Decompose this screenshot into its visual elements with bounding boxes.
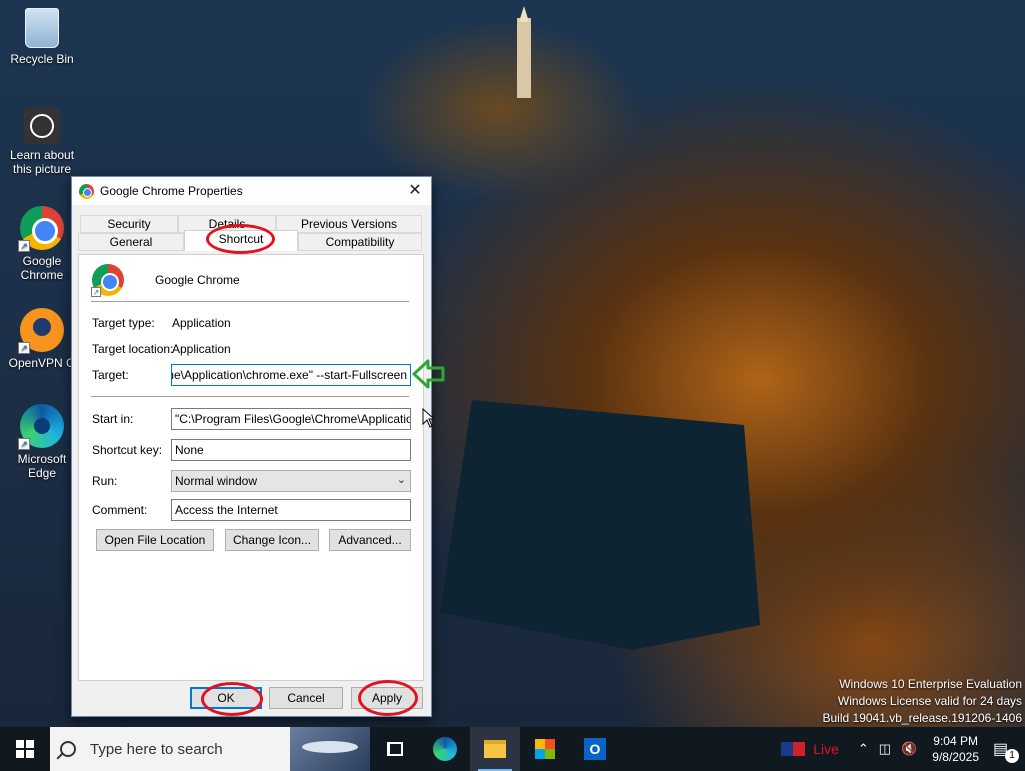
apply-button[interactable]: Apply (351, 687, 423, 709)
store-icon (535, 739, 555, 759)
run-label: Run: (92, 474, 118, 488)
desktop-icon-microsoft-edge[interactable]: ↗ Microsoft Edge (6, 404, 78, 480)
chevron-up-icon[interactable]: ⌃ (858, 741, 869, 757)
divider (91, 301, 409, 302)
desktop-icon-label: OpenVPN G (8, 356, 76, 370)
wallpaper-tower-spire (519, 6, 529, 22)
openvpn-icon: ↗ (18, 308, 64, 354)
shortcut-panel: ↗ Google Chrome Target type: Application… (78, 254, 424, 681)
clock-time: 9:04 PM (933, 734, 978, 748)
shortcut-key-label: Shortcut key: (92, 443, 163, 457)
shortcut-arrow-icon: ↗ (91, 287, 101, 297)
close-icon[interactable]: ✕ (399, 177, 431, 205)
dialog-titlebar[interactable]: Google Chrome Properties ✕ (72, 177, 431, 205)
cancel-button[interactable]: Cancel (269, 687, 343, 709)
start-in-label: Start in: (92, 412, 134, 426)
properties-dialog: Google Chrome Properties ✕ Security Deta… (71, 176, 432, 717)
run-select-value: Normal window (175, 474, 258, 488)
camera-icon (24, 108, 60, 144)
live-label[interactable]: Live (813, 741, 839, 757)
target-input-text: Chrome\Application\chrome.exe" --start-F… (172, 368, 407, 382)
tab-general[interactable]: General (78, 233, 184, 251)
chrome-icon (79, 183, 94, 199)
desktop-icon-learn-about-picture[interactable]: Learn about this picture (6, 108, 78, 176)
taskbar-search[interactable]: Type here to search (50, 727, 290, 771)
shortcut-key-input[interactable]: None (171, 439, 411, 461)
store-taskbar-button[interactable] (520, 727, 570, 771)
shortcut-arrow-icon: ↗ (18, 240, 30, 252)
target-location-label: Target location: (92, 342, 174, 356)
mlb-icon[interactable] (781, 742, 806, 756)
change-icon-button[interactable]: Change Icon... (225, 529, 319, 551)
dialog-title: Google Chrome Properties (100, 184, 243, 198)
clock-date: 9/8/2025 (932, 750, 979, 764)
target-location-value: Application (172, 342, 231, 356)
shortcut-arrow-icon: ↗ (18, 342, 30, 354)
task-view-button[interactable] (370, 727, 420, 771)
watermark-line: Build 19041.vb_release.191206-1406 (822, 711, 1023, 725)
ok-button[interactable]: OK (190, 687, 262, 709)
chrome-icon: ↗ (18, 206, 64, 252)
start-in-input[interactable]: "C:\Program Files\Google\Chrome\Applicat… (171, 408, 411, 430)
desktop-icon-label: Recycle Bin (10, 52, 74, 66)
target-type-label: Target type: (92, 316, 155, 330)
search-placeholder: Type here to search (90, 740, 223, 758)
tab-compatibility[interactable]: Compatibility (298, 233, 422, 251)
edge-taskbar-button[interactable] (420, 727, 470, 771)
edge-icon: ↗ (18, 404, 64, 450)
target-type-value: Application (172, 316, 231, 330)
target-label: Target: (92, 368, 129, 382)
app-name: Google Chrome (155, 273, 240, 287)
network-icon[interactable]: ◫ (879, 741, 891, 757)
watermark-line: Windows License valid for 24 days (837, 694, 1022, 708)
notification-badge: 1 (1005, 749, 1019, 763)
search-highlight-image[interactable] (290, 727, 370, 771)
comment-input[interactable]: Access the Internet (171, 499, 411, 521)
comment-label: Comment: (92, 503, 148, 517)
desktop-icon-label: Microsoft Edge (17, 452, 67, 480)
system-tray: Live ⌃ ◫ 🔇 9:04 PM 9/8/2025 ▤ 1 (781, 727, 1025, 771)
open-file-location-button[interactable]: Open File Location (96, 529, 214, 551)
chevron-down-icon: ⌄ (396, 474, 406, 486)
desktop-icon-label: Google Chrome (20, 254, 64, 282)
windows-logo-icon (16, 740, 34, 758)
shortcut-arrow-icon: ↗ (18, 438, 30, 450)
desktop-icon-google-chrome[interactable]: ↗ Google Chrome (6, 206, 78, 282)
desktop-icon-label: Learn about this picture (9, 148, 75, 176)
volume-muted-icon[interactable]: 🔇 (901, 741, 917, 757)
folder-icon (484, 740, 506, 758)
mouse-cursor-icon (422, 408, 434, 428)
start-button[interactable] (0, 727, 50, 771)
divider (91, 396, 409, 397)
edge-icon (433, 737, 457, 761)
chrome-icon: ↗ (91, 264, 124, 297)
task-view-icon (387, 742, 403, 756)
green-arrow-icon (412, 359, 445, 389)
windows-watermark: Windows 10 Enterprise Evaluation Windows… (823, 676, 1023, 727)
wallpaper-tower (517, 18, 531, 98)
taskbar: Type here to search O Live ⌃ ◫ 🔇 9:04 PM… (0, 727, 1025, 771)
clock[interactable]: 9:04 PM 9/8/2025 (932, 733, 979, 765)
notification-button[interactable]: ▤ 1 (993, 739, 1019, 763)
tab-security[interactable]: Security (80, 215, 178, 233)
tab-shortcut[interactable]: Shortcut (184, 230, 298, 251)
outlook-taskbar-button[interactable]: O (570, 727, 620, 771)
recycle-bin-icon (25, 8, 59, 48)
outlook-icon: O (584, 738, 606, 760)
tab-strip: Security Details Previous Versions Gener… (78, 215, 424, 255)
advanced-button[interactable]: Advanced... (329, 529, 411, 551)
wallpaper-harbor (440, 400, 760, 650)
desktop-icon-openvpn[interactable]: ↗ OpenVPN G (6, 308, 78, 370)
file-explorer-taskbar-button[interactable] (470, 727, 520, 771)
target-input[interactable]: Chrome\Application\chrome.exe" --start-F… (171, 364, 411, 386)
search-icon (60, 741, 76, 757)
run-select[interactable]: Normal window ⌄ (171, 470, 411, 492)
desktop-icon-recycle-bin[interactable]: Recycle Bin (6, 8, 78, 66)
watermark-line: Windows 10 Enterprise Evaluation (839, 677, 1022, 691)
